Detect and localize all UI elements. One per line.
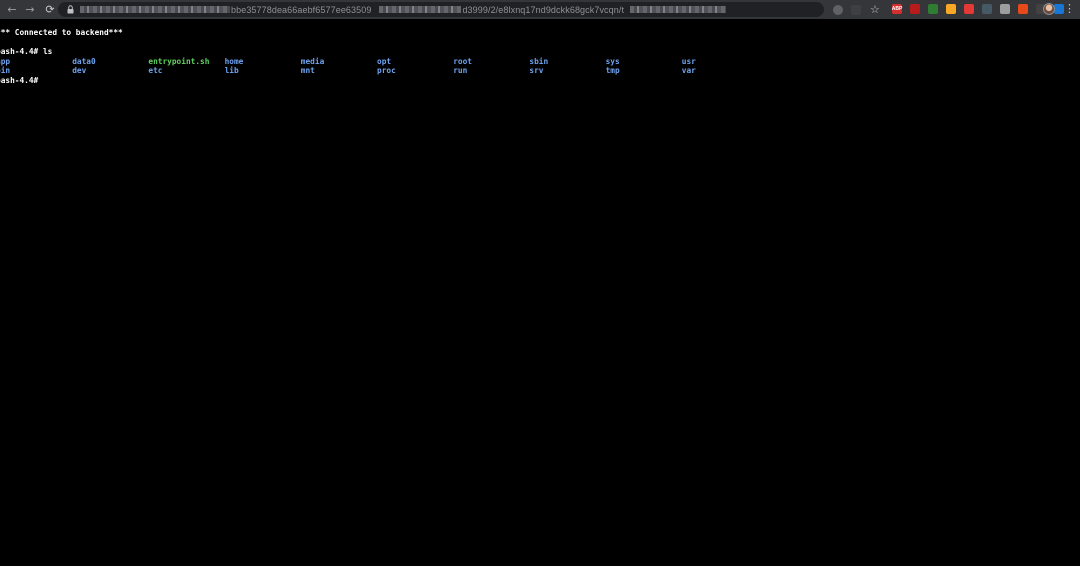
ls-entry: mnt — [300, 66, 315, 75]
profile-avatar[interactable] — [1043, 3, 1055, 15]
browser-menu-icon[interactable]: ⋮ — [1064, 2, 1075, 16]
terminal-prompt-line: bash-4.4# ls — [0, 47, 53, 56]
forward-button[interactable]: → — [21, 0, 39, 19]
redacted-url-segment — [630, 6, 727, 13]
ls-entry: srv — [529, 66, 544, 75]
google-lens-icon[interactable] — [833, 4, 843, 15]
extension-icon[interactable] — [910, 4, 920, 14]
reload-icon: ⟳ — [45, 3, 55, 16]
back-button[interactable]: ← — [3, 0, 21, 19]
bookmark-star-icon[interactable]: ☆ — [870, 3, 880, 16]
url-text-segment: d3999/2/e8lxnq17nd9dckk68gck7vcqn/t — [462, 4, 625, 15]
ls-entry: lib — [224, 66, 239, 75]
extension-icon[interactable] — [1018, 4, 1028, 14]
translate-icon[interactable] — [851, 4, 861, 15]
back-arrow-icon: ← — [7, 3, 17, 16]
ls-entry: var — [681, 66, 696, 75]
ls-entry: tmp — [605, 66, 620, 75]
redacted-url-segment — [80, 6, 230, 13]
ls-entry: run — [453, 66, 468, 75]
ls-entry: dev — [72, 66, 87, 75]
terminal-window[interactable]: *** Connected to backend*** bash-4.4# ls… — [0, 19, 1080, 566]
lock-icon — [65, 5, 75, 15]
extension-icon[interactable] — [1000, 4, 1010, 14]
ls-entry: bin — [0, 66, 11, 75]
terminal-prompt-line: bash-4.4# — [0, 76, 39, 85]
extension-icon[interactable] — [964, 4, 974, 14]
extension-icon[interactable] — [928, 4, 938, 14]
page-bottom-edge — [0, 566, 1080, 570]
connected-message: *** Connected to backend*** — [0, 28, 123, 37]
extension-icon[interactable] — [1054, 4, 1064, 14]
adblock-extension-icon[interactable]: ABP — [892, 4, 902, 14]
ls-entry: proc — [377, 66, 396, 75]
reload-button[interactable]: ⟳ — [41, 0, 59, 19]
ls-entry: etc — [148, 66, 163, 75]
omnibox-actions — [833, 3, 869, 16]
url-text-segment: bbe35778dea66aebf6577ee63509 — [231, 4, 372, 15]
address-bar[interactable]: bbe35778dea66aebf6577ee63509 d3999/2/e8l… — [58, 2, 824, 17]
browser-toolbar: ← → ⟳ bbe35778dea66aebf6577ee63509 d3999… — [0, 0, 1080, 19]
extension-icon[interactable] — [946, 4, 956, 14]
forward-arrow-icon: → — [25, 3, 35, 16]
redacted-url-segment — [379, 6, 462, 13]
extension-icon[interactable] — [982, 4, 992, 14]
